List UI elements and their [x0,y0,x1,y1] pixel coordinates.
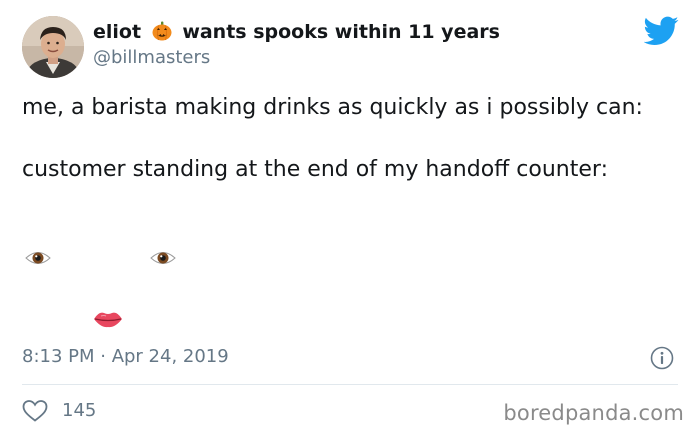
tweet-text: me, a barista making drinks as quickly a… [22,92,672,185]
tweet-text-line: customer standing at the end of my hando… [22,157,608,182]
info-icon[interactable] [650,346,674,370]
eye-icon [150,250,176,266]
lips-icon [93,309,123,329]
watermark: boredpanda.com [503,401,684,425]
display-name-suffix: wants spooks within 11 years [182,21,500,43]
heart-icon[interactable] [22,399,48,423]
twitter-bird-icon[interactable] [643,16,679,46]
divider [22,384,678,385]
user-handle[interactable]: @billmasters [93,47,210,68]
like-count: 145 [62,400,97,421]
eye-icon [25,250,51,266]
display-name[interactable]: eliot wants spooks within 11 years [93,21,500,46]
jack-o-lantern-icon [152,21,172,46]
display-name-first: eliot [93,21,142,43]
tweet-text-line: me, a barista making drinks as quickly a… [22,95,643,120]
tweet-timestamp[interactable]: 8:13 PM · Apr 24, 2019 [22,346,229,367]
avatar[interactable] [22,16,84,78]
